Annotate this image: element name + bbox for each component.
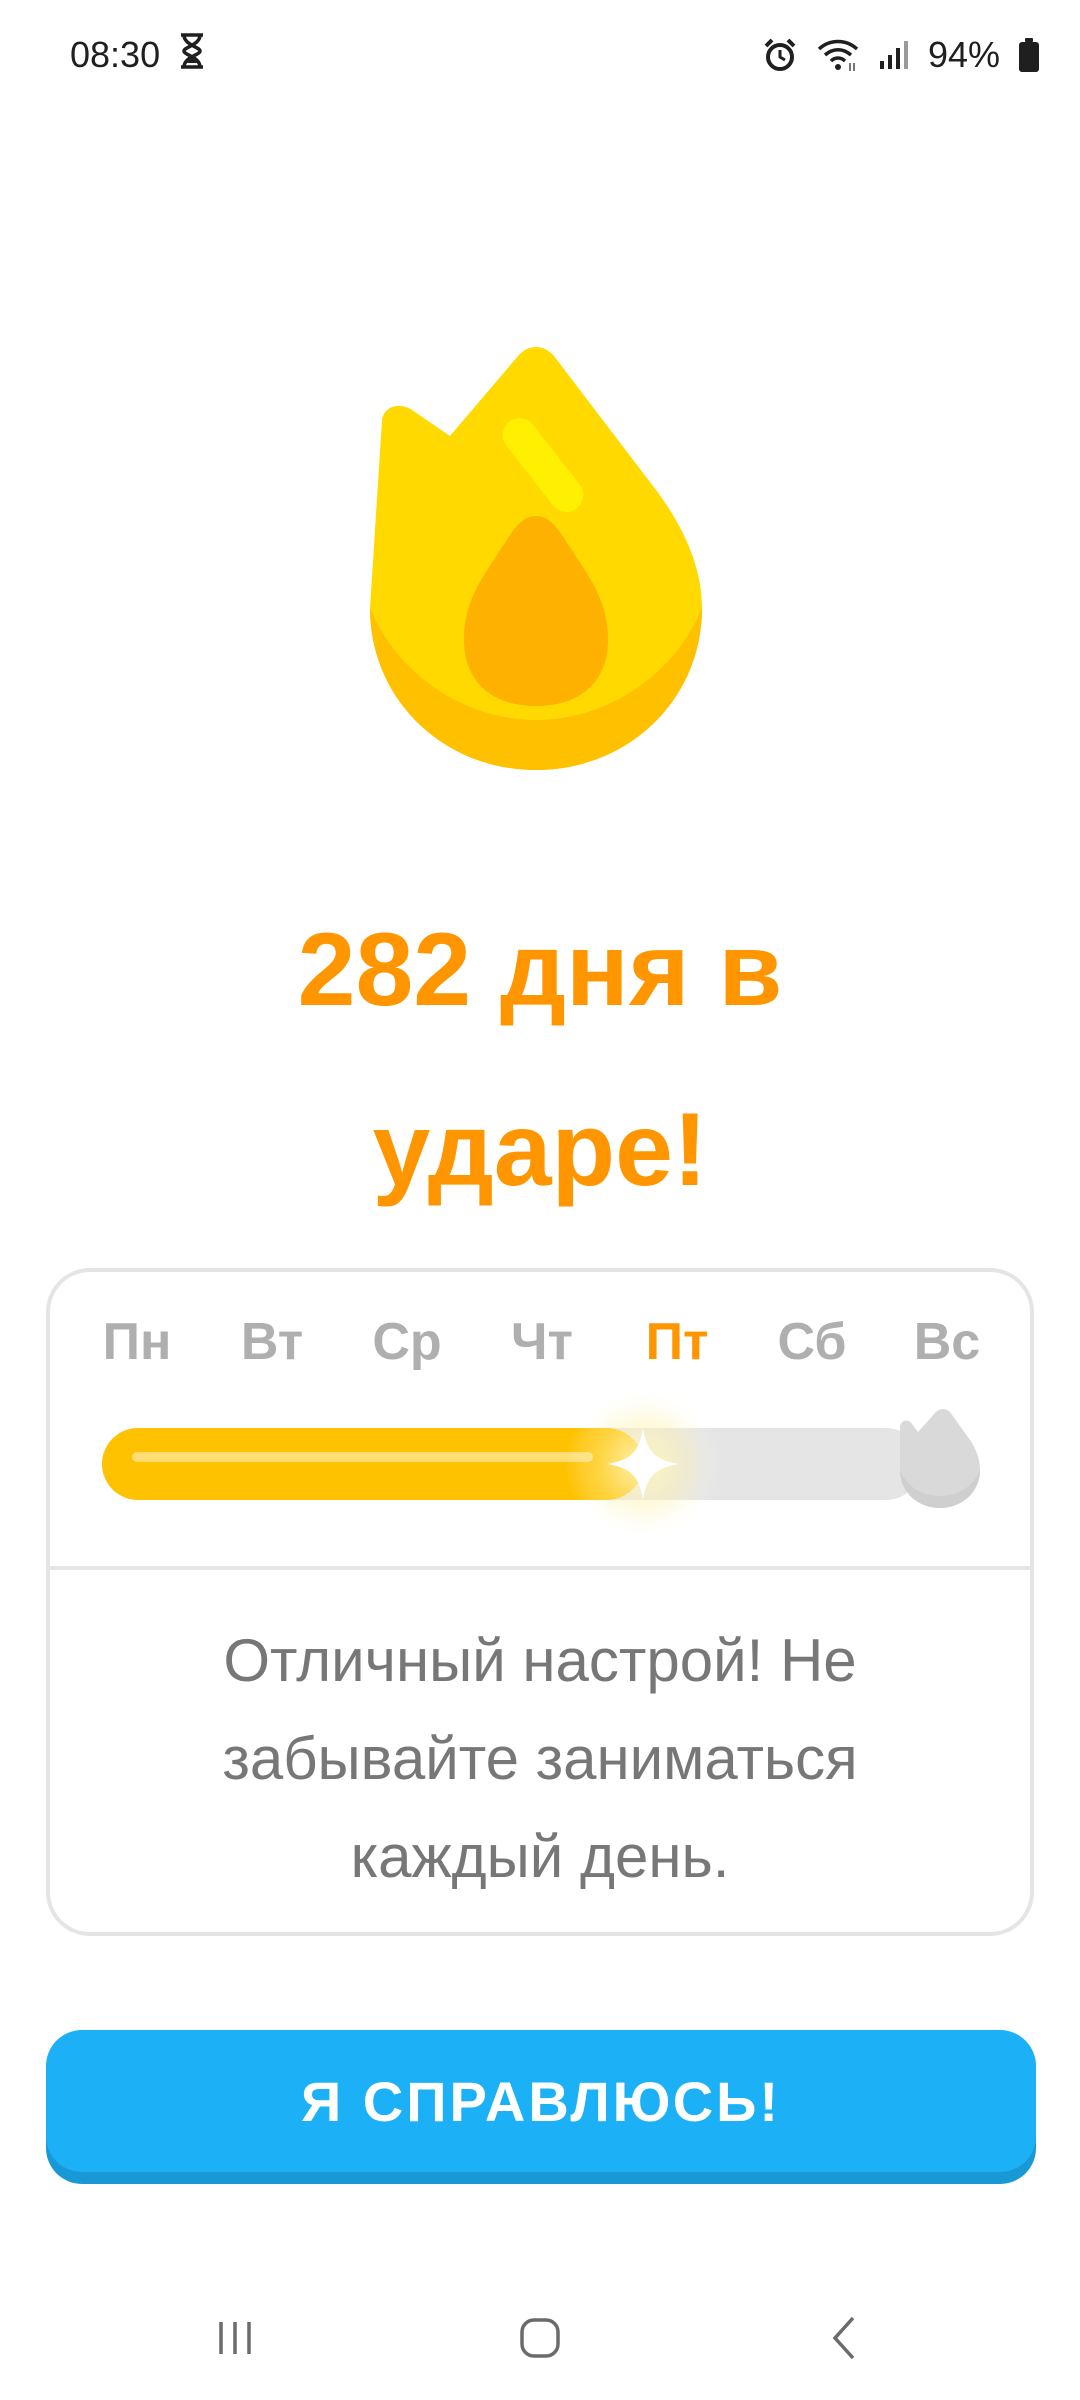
status-left: 08:30 [70, 32, 206, 78]
day-tue: Вт [240, 1313, 304, 1371]
home-button[interactable] [495, 2310, 585, 2370]
day-mon: Пн [102, 1313, 172, 1371]
home-icon [516, 2314, 564, 2367]
goal-flame-icon [892, 1406, 982, 1510]
streak-message: Отличный настрой! Не забывайте заниматьс… [222, 1627, 858, 1890]
week-card: Пн Вт Ср Чт Пт Сб Вс Отличный настрой! Н… [46, 1268, 1034, 1936]
status-time: 08:30 [70, 34, 161, 75]
recents-button[interactable] [190, 2310, 280, 2370]
system-nav-bar [0, 2270, 1080, 2400]
alarm-icon [762, 37, 798, 73]
day-fri: Пт [645, 1313, 709, 1371]
streak-title: 282 дня в ударе! [297, 912, 783, 1208]
back-icon [823, 2314, 867, 2367]
card-divider [50, 1566, 1030, 1570]
streak-screen: 08:30 94% 282 дня в ударе! Пн Вт Ср Чт П… [0, 0, 1080, 2400]
day-sun: Вс [913, 1313, 981, 1371]
day-sat: Сб [777, 1313, 847, 1371]
day-thu: Чт [510, 1313, 573, 1371]
hourglass-icon [178, 32, 206, 78]
streak-flame-icon [360, 340, 720, 780]
week-progress [102, 1386, 982, 1542]
recents-icon [213, 2316, 257, 2365]
battery-percent: 94% [927, 34, 1000, 75]
back-button[interactable] [800, 2310, 890, 2370]
day-wed: Ср [372, 1313, 442, 1371]
battery-icon [1018, 37, 1040, 73]
wifi-icon [816, 37, 860, 73]
signal-icon [878, 39, 910, 71]
sparkle-icon [563, 1384, 723, 1544]
status-right: 94% [762, 34, 1040, 76]
progress-fill [102, 1428, 643, 1500]
confirm-button[interactable]: Я СПРАВЛЮСЬ! [46, 2030, 1036, 2172]
progress-shine [132, 1452, 593, 1462]
status-bar: 08:30 94% [0, 0, 1080, 110]
weekdays-row: Пн Вт Ср Чт Пт Сб Вс [50, 1312, 1030, 1382]
